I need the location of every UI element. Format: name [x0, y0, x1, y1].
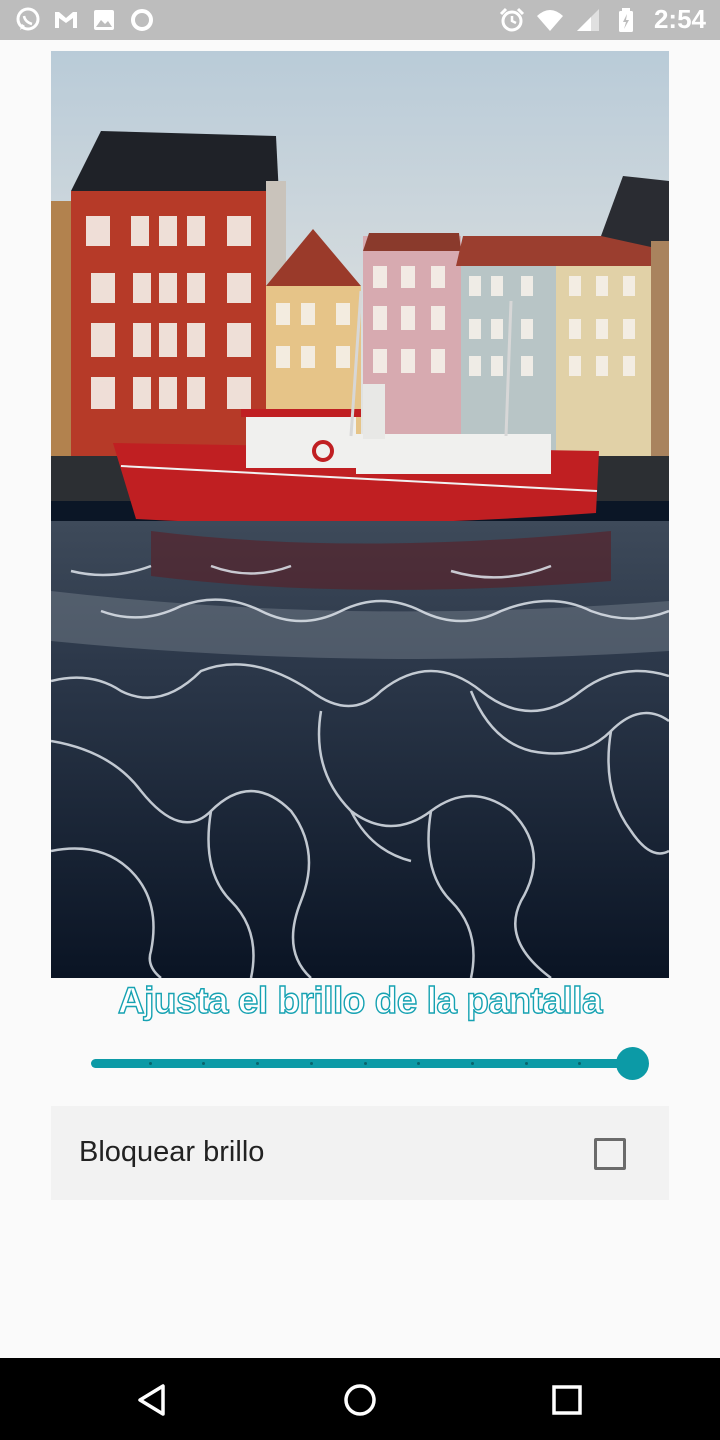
slider-tick	[309, 1062, 313, 1065]
lock-brightness-row[interactable]: Bloquear brillo	[51, 1106, 669, 1200]
recents-icon[interactable]	[547, 1380, 587, 1420]
back-icon[interactable]	[133, 1380, 173, 1420]
slider-tick	[148, 1062, 152, 1065]
clock: 2:54	[653, 4, 706, 34]
image-icon	[94, 10, 114, 30]
slider-track[interactable]	[91, 1059, 628, 1068]
notification-icons	[14, 6, 156, 34]
battery-icon	[618, 7, 633, 32]
slider-tick	[524, 1062, 528, 1065]
lock-brightness-label: Bloquear brillo	[79, 1136, 265, 1168]
circle-icon	[131, 9, 153, 31]
navigation-bar	[0, 1358, 720, 1440]
signal-icon	[576, 8, 599, 31]
status-bar: 2:54	[0, 0, 720, 40]
gmail-icon	[55, 12, 77, 28]
slider-tick	[363, 1062, 367, 1065]
wifi-icon	[536, 9, 563, 31]
brightness-slider[interactable]	[91, 1046, 649, 1082]
slider-tick	[470, 1062, 474, 1065]
photo-illustration	[51, 51, 669, 978]
home-icon[interactable]	[340, 1380, 380, 1420]
page-title: Ajusta el brillo de la pantalla	[117, 979, 603, 1021]
slider-thumb[interactable]	[616, 1047, 649, 1080]
lock-brightness-checkbox[interactable]	[594, 1138, 626, 1170]
harbor-boat-photo	[51, 51, 669, 978]
alarm-icon	[499, 7, 525, 31]
system-icons: 2:54	[498, 4, 706, 35]
whatsapp-icon	[16, 7, 40, 31]
